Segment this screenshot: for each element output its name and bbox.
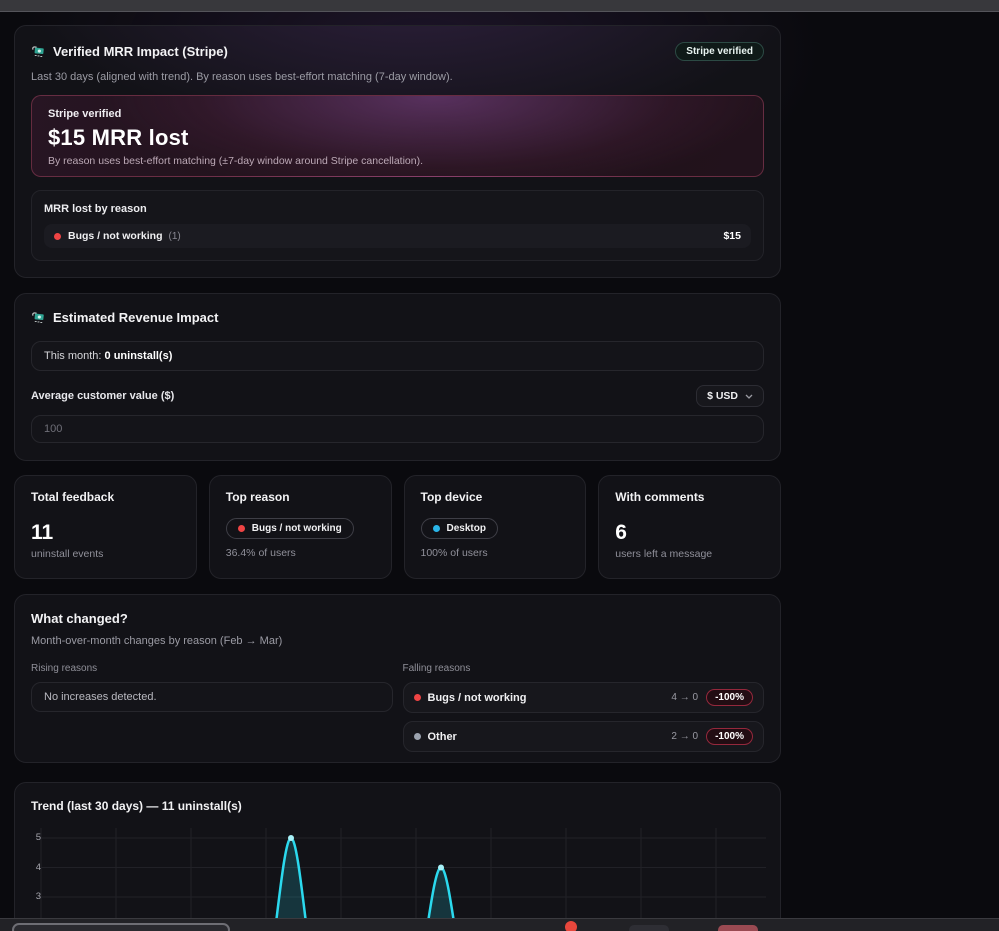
- falling-change: 4 → 0: [671, 692, 698, 703]
- rising-reasons-column: Rising reasons No increases detected.: [31, 663, 393, 752]
- stat-value: 6: [615, 522, 764, 543]
- what-changed-subtitle: Month-over-month changes by reason (Feb …: [31, 635, 764, 647]
- stat-caption: 36.4% of users: [226, 547, 375, 559]
- trend-chart: [41, 828, 766, 931]
- chevron-down-icon: [745, 394, 753, 399]
- stat-caption: uninstall events: [31, 548, 180, 560]
- hero-note: By reason uses best-effort matching (±7-…: [48, 155, 747, 167]
- falling-reasons-label: Falling reasons: [403, 663, 765, 674]
- estimated-revenue-card: Estimated Revenue Impact This month: 0 u…: [14, 293, 781, 461]
- reason-dot: [54, 233, 61, 240]
- mrr-by-reason-title: MRR lost by reason: [44, 203, 751, 215]
- verified-mrr-subtitle: Last 30 days (aligned with trend). By re…: [31, 71, 764, 83]
- this-month-prefix: This month:: [44, 350, 101, 362]
- avg-value-label: Average customer value ($): [31, 390, 174, 402]
- stat-title: Top device: [421, 490, 570, 504]
- pill-label: Desktop: [447, 523, 486, 534]
- what-changed-title: What changed?: [31, 611, 764, 626]
- reason-dot: [414, 694, 421, 701]
- revenue-title-row: Estimated Revenue Impact: [31, 310, 764, 325]
- currency-select[interactable]: $ USD: [696, 385, 764, 407]
- mrr-lost-hero: Stripe verified $15 MRR lost By reason u…: [31, 95, 764, 177]
- bottom-toolbar-pill[interactable]: [12, 923, 230, 931]
- verified-mrr-title: Verified MRR Impact (Stripe): [53, 44, 228, 59]
- dashboard: Verified MRR Impact (Stripe) Stripe veri…: [14, 25, 781, 931]
- this-month-box: This month: 0 uninstall(s): [31, 341, 764, 371]
- verified-mrr-title-row: Verified MRR Impact (Stripe): [31, 44, 228, 59]
- falling-label: Other: [428, 731, 457, 743]
- reason-dot: [414, 733, 421, 740]
- falling-pct-badge: -100%: [706, 728, 753, 745]
- stat-caption: 100% of users: [421, 547, 570, 559]
- this-month-value: 0 uninstall(s): [105, 350, 173, 362]
- stripe-verified-badge: Stripe verified: [675, 42, 764, 61]
- notification-dot: [565, 921, 577, 931]
- money-with-wings-icon: [31, 45, 46, 58]
- falling-row: Other 2 → 0 -100%: [403, 721, 765, 752]
- y-axis-tick: 5: [23, 832, 41, 843]
- stat-title: Total feedback: [31, 490, 180, 504]
- reason-label: Bugs / not working: [68, 230, 163, 242]
- stat-title: With comments: [615, 490, 764, 504]
- y-axis-tick: 4: [23, 862, 41, 873]
- rising-empty-box: No increases detected.: [31, 682, 393, 712]
- what-changed-card: What changed? Month-over-month changes b…: [14, 594, 781, 763]
- rising-reasons-label: Rising reasons: [31, 663, 393, 674]
- stat-card-total-feedback: Total feedback 11 uninstall events: [14, 475, 197, 579]
- top-reason-pill: Bugs / not working: [226, 518, 354, 539]
- falling-reasons-column: Falling reasons Bugs / not working 4 → 0…: [403, 663, 765, 752]
- bottom-toolbar: [0, 918, 999, 931]
- bottom-secondary-button[interactable]: [629, 925, 669, 931]
- stat-card-with-comments: With comments 6 users left a message: [598, 475, 781, 579]
- y-axis-tick: 3: [23, 891, 41, 902]
- stat-card-top-device: Top device Desktop 100% of users: [404, 475, 587, 579]
- avg-value-input[interactable]: [31, 415, 764, 443]
- trend-title: Trend (last 30 days) — 11 uninstall(s): [31, 799, 764, 813]
- stat-card-top-reason: Top reason Bugs / not working 36.4% of u…: [209, 475, 392, 579]
- falling-pct-badge: -100%: [706, 689, 753, 706]
- reason-amount: $15: [723, 230, 741, 242]
- falling-label: Bugs / not working: [428, 692, 527, 704]
- device-dot: [433, 525, 440, 532]
- verified-mrr-card: Verified MRR Impact (Stripe) Stripe veri…: [14, 25, 781, 278]
- hero-label: Stripe verified: [48, 108, 747, 120]
- trend-card: Trend (last 30 days) — 11 uninstall(s) 5…: [14, 782, 781, 931]
- falling-change: 2 → 0: [671, 731, 698, 742]
- bottom-danger-button[interactable]: [718, 925, 758, 931]
- money-with-wings-icon: [31, 311, 46, 324]
- falling-row: Bugs / not working 4 → 0 -100%: [403, 682, 765, 713]
- stat-title: Top reason: [226, 490, 375, 504]
- top-device-pill: Desktop: [421, 518, 498, 539]
- stat-caption: users left a message: [615, 548, 764, 560]
- pill-label: Bugs / not working: [252, 523, 342, 534]
- stats-row: Total feedback 11 uninstall events Top r…: [14, 475, 781, 579]
- stat-value: 11: [31, 522, 180, 543]
- mrr-by-reason-panel: MRR lost by reason Bugs / not working (1…: [31, 190, 764, 261]
- revenue-title: Estimated Revenue Impact: [53, 310, 218, 325]
- window-top-bar: [0, 0, 999, 12]
- currency-value: $ USD: [707, 390, 738, 402]
- reason-row: Bugs / not working (1) $15: [44, 224, 751, 248]
- reason-dot: [238, 525, 245, 532]
- reason-count: (1): [169, 231, 181, 242]
- hero-headline: $15 MRR lost: [48, 125, 747, 151]
